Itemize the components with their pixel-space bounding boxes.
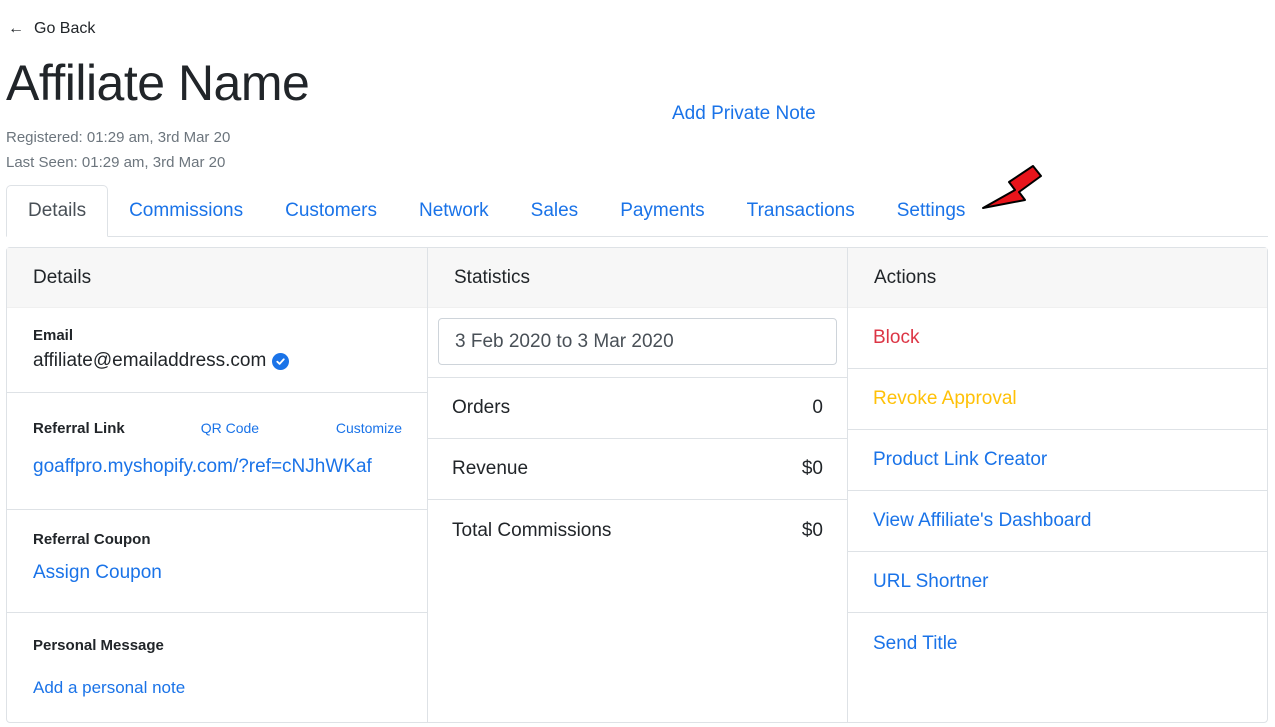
tab-transactions[interactable]: Transactions <box>726 185 876 237</box>
registered-date: Registered: 01:29 am, 3rd Mar 20 <box>6 129 231 146</box>
revoke-approval-action[interactable]: Revoke Approval <box>848 369 1267 430</box>
tab-sales[interactable]: Sales <box>510 185 600 237</box>
assign-coupon-link[interactable]: Assign Coupon <box>33 562 401 584</box>
referral-link-label: Referral Link <box>33 420 125 437</box>
block-action[interactable]: Block <box>848 308 1267 369</box>
referral-link-url[interactable]: goaffpro.myshopify.com/?ref=cNJhWKaf <box>33 456 401 478</box>
url-shortner-action[interactable]: URL Shortner <box>848 552 1267 613</box>
send-title-action[interactable]: Send Title <box>848 613 1267 674</box>
arrow-left-icon: ← <box>8 20 24 37</box>
qr-code-link[interactable]: QR Code <box>201 420 259 436</box>
go-back-label: Go Back <box>34 20 96 37</box>
stat-value: $0 <box>801 519 823 541</box>
page-title: Affiliate Name <box>6 55 310 111</box>
add-private-note-link[interactable]: Add Private Note <box>672 103 816 125</box>
details-panel-header: Details <box>7 248 427 308</box>
email-value-row: affiliate@emailaddress.com <box>33 350 401 372</box>
tab-details[interactable]: Details <box>6 185 109 237</box>
stat-row-total-commissions: Total Commissions $0 <box>428 500 847 561</box>
verified-check-icon <box>272 352 290 370</box>
tab-settings[interactable]: Settings <box>876 185 987 237</box>
stat-label: Total Commissions <box>452 519 612 541</box>
tab-commissions[interactable]: Commissions <box>108 185 264 237</box>
go-back-link[interactable]: ← Go Back <box>8 20 95 38</box>
referral-link-section: Referral Link QR Code Customize goaffpro… <box>7 393 427 510</box>
actions-panel: Actions Block Revoke Approval Product Li… <box>848 248 1267 722</box>
last-seen-date: Last Seen: 01:29 am, 3rd Mar 20 <box>6 154 226 171</box>
referral-coupon-label: Referral Coupon <box>33 531 151 548</box>
stat-label: Revenue <box>452 458 529 479</box>
stat-value: $0 <box>801 458 823 479</box>
stat-row-orders: Orders 0 <box>428 378 847 439</box>
tab-customers[interactable]: Customers <box>264 185 398 237</box>
personal-message-label: Personal Message <box>33 637 164 654</box>
stat-value: 0 <box>812 397 823 418</box>
actions-panel-header: Actions <box>848 248 1267 308</box>
statistics-panel-header: Statistics <box>428 248 847 308</box>
statistics-panel: Statistics 3 Feb 2020 to 3 Mar 2020 Orde… <box>428 248 848 722</box>
add-personal-note-link[interactable]: Add a personal note <box>33 678 401 698</box>
stat-row-revenue: Revenue $0 <box>428 439 847 500</box>
stat-label: Orders <box>452 397 511 418</box>
email-label: Email <box>33 327 74 344</box>
tab-payments[interactable]: Payments <box>599 185 725 237</box>
personal-message-section: Personal Message Add a personal note <box>7 613 427 698</box>
date-range-input[interactable]: 3 Feb 2020 to 3 Mar 2020 <box>438 318 837 365</box>
view-affiliate-dashboard-action[interactable]: View Affiliate's Dashboard <box>848 491 1267 552</box>
date-range-section: 3 Feb 2020 to 3 Mar 2020 <box>428 308 847 378</box>
tab-network[interactable]: Network <box>398 185 510 237</box>
referral-coupon-section: Referral Coupon Assign Coupon <box>7 510 427 613</box>
details-panel: Details Email affiliate@emailaddress.com… <box>7 248 428 722</box>
red-pointer-arrow-icon <box>982 165 1042 209</box>
panels-container: Details Email affiliate@emailaddress.com… <box>6 247 1268 723</box>
customize-link[interactable]: Customize <box>336 420 402 436</box>
email-section: Email affiliate@emailaddress.com <box>7 308 427 393</box>
tab-bar: Details Commissions Customers Network Sa… <box>6 185 1268 237</box>
product-link-creator-action[interactable]: Product Link Creator <box>848 430 1267 491</box>
email-value: affiliate@emailaddress.com <box>33 350 267 371</box>
referral-link-header: Referral Link QR Code Customize <box>33 420 402 437</box>
